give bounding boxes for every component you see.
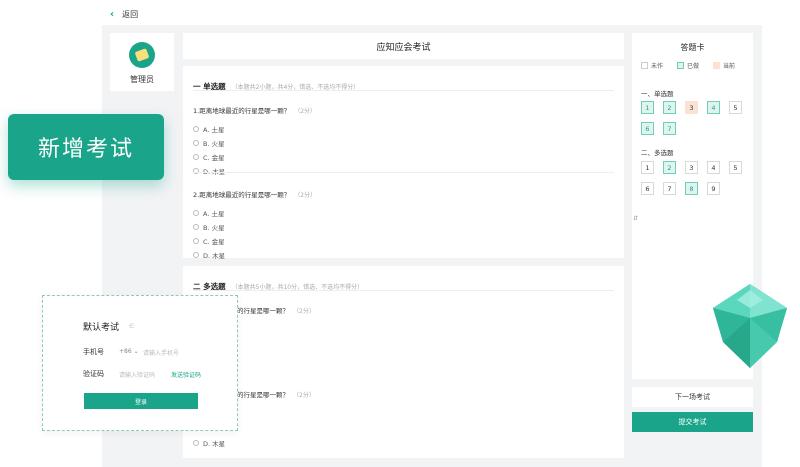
radio-icon xyxy=(193,140,199,146)
question-score: （2分） xyxy=(294,108,317,115)
radio-icon xyxy=(193,440,199,446)
submit-exam-button[interactable]: 提交考试 xyxy=(632,412,753,432)
question-score: （2分） xyxy=(293,308,315,315)
option-c[interactable]: C. 金星 xyxy=(193,234,316,248)
question-text: 1.距离地球最近的行星是哪一颗？ xyxy=(193,107,291,115)
answer-cell[interactable]: 8 xyxy=(685,182,698,195)
phone-label: 手机号 xyxy=(83,348,104,356)
option-d[interactable]: D. 木星 xyxy=(193,164,316,178)
legend-unanswered: 未作 xyxy=(641,61,663,70)
answer-cell[interactable]: 6 xyxy=(641,122,654,135)
option-label: B. 火星 xyxy=(203,224,225,232)
answer-cell[interactable]: 1 xyxy=(641,161,654,174)
question-text: 2.距离地球最近的行星是哪一颗？ xyxy=(193,191,291,199)
radio-icon xyxy=(193,238,199,244)
answer-cell[interactable]: 7 xyxy=(663,182,676,195)
radio-icon xyxy=(193,126,199,132)
square-icon xyxy=(713,62,721,69)
answer-legend: 未作 已做 当前 xyxy=(641,61,735,70)
option-label: C. 金星 xyxy=(203,238,225,246)
diamond-icon xyxy=(713,284,787,368)
user-label: 管理员 xyxy=(130,75,154,84)
send-code-link[interactable]: 发送验证码 xyxy=(171,370,201,379)
option-d[interactable]: D. 木星 xyxy=(193,436,225,450)
option-b[interactable]: B. 火星 xyxy=(193,136,316,150)
option-label: D. 木星 xyxy=(203,252,226,260)
question-score: （2分） xyxy=(293,392,315,399)
option-label: A. 土星 xyxy=(203,126,225,134)
question-score: （2分） xyxy=(294,192,317,199)
square-icon xyxy=(677,62,685,69)
option-label: D. 木星 xyxy=(203,440,226,448)
divider xyxy=(193,90,614,91)
legend-done: 已做 xyxy=(677,61,699,70)
chevron-left-icon: ‹ xyxy=(110,8,115,20)
legend-label: 未作 xyxy=(651,63,664,70)
back-link[interactable]: ‹ 返回 xyxy=(110,6,138,22)
login-button[interactable]: 登录 xyxy=(84,393,198,409)
legend-label: 当前 xyxy=(723,63,736,70)
answer-cell[interactable]: 3 xyxy=(685,161,698,174)
answer-card-title: 答题卡 xyxy=(680,43,705,52)
divider xyxy=(193,172,614,173)
page-title: 应知应会考试 xyxy=(183,33,624,59)
single-answer-grid: 12345 67 xyxy=(641,101,751,135)
answer-cell[interactable]: 9 xyxy=(707,182,720,195)
answer-cell[interactable]: 4 xyxy=(707,161,720,174)
divider xyxy=(193,290,614,291)
option-a[interactable]: A. 土星 xyxy=(193,122,316,136)
phone-input[interactable]: 请输入手机号 xyxy=(143,348,179,357)
code-label: 验证码 xyxy=(83,370,104,378)
option-label: B. 火星 xyxy=(203,140,225,148)
question-text: 的行星是哪一颗？ xyxy=(237,391,289,399)
single-group-label: 一、单选题 xyxy=(641,90,674,98)
question-2-partial: 的行星是哪一颗？ （2分） xyxy=(237,382,315,401)
radio-icon xyxy=(193,210,199,216)
answer-cell[interactable]: 2 xyxy=(663,161,676,174)
option-b[interactable]: B. 火星 xyxy=(193,220,316,234)
answer-cell[interactable]: 7 xyxy=(663,122,676,135)
scroll-handle-icon[interactable]: ⇵ xyxy=(633,215,638,222)
single-choice-card: 一 单选题 （本题共2小题，共4分，错选、不选均不得分） 1.距离地球最近的行星是… xyxy=(183,66,624,260)
answer-cell[interactable]: 5 xyxy=(729,101,742,114)
radio-icon xyxy=(193,154,199,160)
answer-cell[interactable]: 2 xyxy=(663,101,676,114)
option-c[interactable]: C. 金星 xyxy=(193,150,316,164)
option-label: D. 木星 xyxy=(203,168,226,176)
legend-label: 已做 xyxy=(687,63,700,70)
answer-cell[interactable]: 4 xyxy=(707,101,720,114)
back-label: 返回 xyxy=(122,9,139,19)
option-label: A. 土星 xyxy=(203,210,225,218)
multi-answer-grid: 12345 6789 xyxy=(641,161,751,195)
login-title: 默认考试 xyxy=(83,323,120,333)
option-d[interactable]: D. 木星 xyxy=(193,248,316,262)
next-exam-button[interactable]: 下一场考试 xyxy=(632,387,753,407)
question-text: 的行星是哪一颗？ xyxy=(237,307,289,315)
answer-cell[interactable]: 5 xyxy=(729,161,742,174)
country-code-select[interactable]: +86 ⌄ xyxy=(119,348,139,355)
code-input[interactable]: 请输入验证码 xyxy=(119,370,155,379)
user-badge-icon xyxy=(134,48,150,62)
legend-current: 当前 xyxy=(713,61,735,70)
radio-icon xyxy=(193,168,199,174)
answer-cell[interactable]: 1 xyxy=(641,101,654,114)
answer-cell[interactable]: 3 xyxy=(685,101,698,114)
multi-group-label: 二、多选题 xyxy=(641,149,674,157)
answer-cell[interactable]: 6 xyxy=(641,182,654,195)
multi-choice-card: 二 多选题 （本题共5小题，共10分，错选、不选均不得分） 的行星是哪一颗？ （2分… xyxy=(183,266,624,458)
question-2: 2.距离地球最近的行星是哪一颗？ （2分） A. 土星 B. 火星 C. 金星 D… xyxy=(193,182,316,262)
login-header: 默认考试 ∈ xyxy=(83,320,134,333)
radio-icon xyxy=(193,224,199,230)
new-exam-badge: 新增考试 xyxy=(8,114,164,180)
option-a[interactable]: A. 土星 xyxy=(193,206,316,220)
square-icon xyxy=(641,62,648,69)
question-1: 1.距离地球最近的行星是哪一颗？ （2分） A. 土星 B. 火星 C. 金星 D… xyxy=(193,98,316,178)
option-label: C. 金星 xyxy=(203,154,225,162)
login-panel: 默认考试 ∈ 手机号 +86 ⌄ 请输入手机号 验证码 请输入验证码 发送验证码 xyxy=(42,295,238,431)
question-1-partial: 的行星是哪一颗？ （2分） xyxy=(237,298,315,317)
radio-icon xyxy=(193,252,199,258)
avatar xyxy=(129,42,155,68)
title-mark-icon: ∈ xyxy=(129,323,135,330)
